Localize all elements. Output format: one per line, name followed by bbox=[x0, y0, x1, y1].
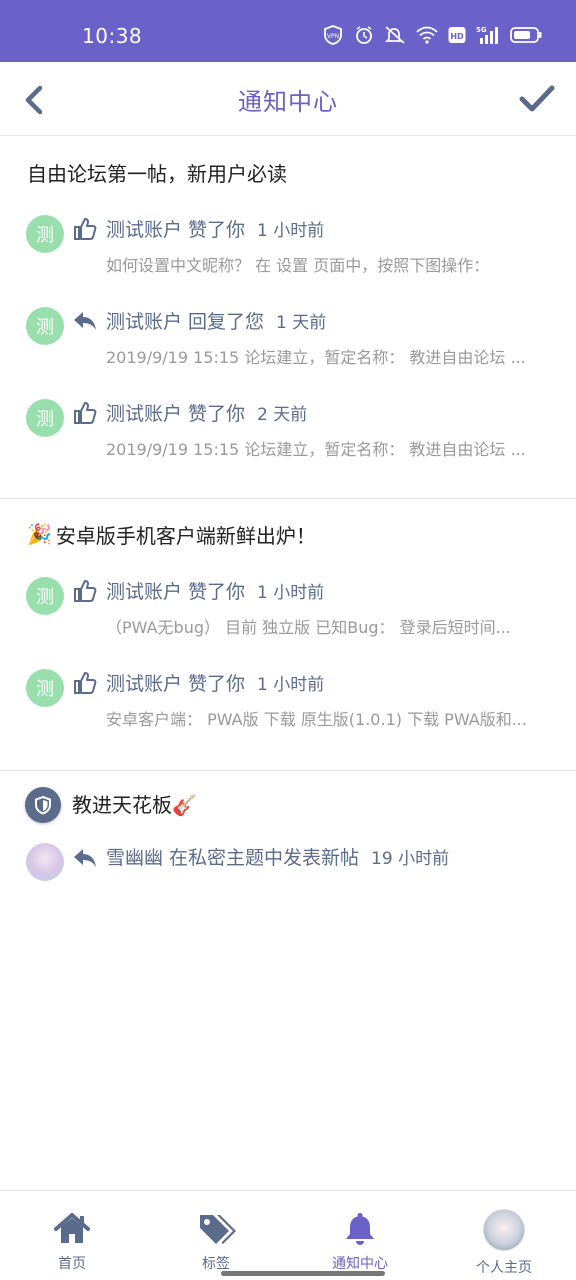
notification-excerpt: 安卓客户端： PWA版 下载 原生版(1.0.1) 下载 PWA版和... bbox=[106, 710, 527, 729]
status-time: 10:38 bbox=[82, 24, 143, 48]
shield-icon bbox=[35, 795, 51, 815]
nav-label: 通知中心 bbox=[332, 1256, 388, 1272]
status-bar: 10:38 VPN HD 5G bbox=[0, 0, 576, 62]
notification-item[interactable]: 测 测试账户 赞了你 1 小时前 （PWA无bug） 目前 独立版 已知Bug： … bbox=[0, 567, 576, 659]
header: 通知中心 bbox=[0, 62, 576, 136]
notification-item[interactable]: 测 测试账户 赞了你 1 小时前 如何设置中文昵称？ 在 设置 页面中，按照下图操… bbox=[0, 205, 576, 297]
party-popper-icon: 🎉 bbox=[27, 522, 52, 546]
nav-label: 标签 bbox=[202, 1256, 230, 1272]
reply-icon bbox=[74, 312, 96, 330]
thumbs-up-icon bbox=[74, 580, 97, 602]
notification-text: 测试账户 赞了你 bbox=[106, 673, 246, 695]
group-title-text: 教进天花板🎸 bbox=[72, 793, 197, 817]
notification-group: 🎉 安卓版手机客户端新鲜出炉！ 测 测试账户 赞了你 1 小时前 （PWA无bug… bbox=[0, 499, 576, 771]
battery-icon bbox=[510, 26, 542, 44]
avatar[interactable]: 测 bbox=[26, 215, 64, 253]
tags-icon bbox=[200, 1215, 236, 1244]
nav-notifications[interactable]: 通知中心 bbox=[288, 1191, 432, 1280]
group-badge bbox=[25, 787, 61, 823]
avatar[interactable] bbox=[26, 843, 64, 881]
notification-group: 自由论坛第一帖，新用户必读 测 测试账户 赞了你 1 小时前 如何设置中文昵称？ … bbox=[0, 137, 576, 499]
svg-text:5G: 5G bbox=[476, 26, 487, 34]
group-title[interactable]: 🎉 安卓版手机客户端新鲜出炉！ bbox=[0, 499, 576, 553]
notification-group: 教进天花板🎸 雪幽幽 在私密主题中发表新帖 19 小时前 bbox=[0, 771, 576, 895]
hd-icon: HD bbox=[448, 26, 466, 44]
notification-time: 1 小时前 bbox=[257, 675, 325, 695]
notification-text: 测试账户 赞了你 bbox=[106, 581, 246, 603]
notification-time: 19 小时前 bbox=[371, 849, 450, 869]
home-icon bbox=[54, 1213, 90, 1243]
thumbs-up-icon bbox=[74, 218, 97, 240]
signal-5g-icon: 5G bbox=[476, 25, 500, 45]
avatar[interactable]: 测 bbox=[26, 399, 64, 437]
avatar[interactable]: 测 bbox=[26, 577, 64, 615]
nav-label: 首页 bbox=[58, 1256, 86, 1272]
notification-item[interactable]: 雪幽幽 在私密主题中发表新帖 19 小时前 bbox=[0, 835, 576, 895]
mark-all-read-button[interactable] bbox=[518, 82, 556, 116]
nav-label: 个人主页 bbox=[476, 1260, 532, 1276]
notification-text: 测试账户 赞了你 bbox=[106, 219, 246, 241]
avatar[interactable]: 测 bbox=[26, 307, 64, 345]
bottom-navigation: 首页 标签 通知中心 个人主页 bbox=[0, 1190, 576, 1280]
home-indicator[interactable] bbox=[221, 1271, 385, 1276]
group-title[interactable]: 自由论坛第一帖，新用户必读 bbox=[0, 137, 576, 191]
status-icons: VPN HD 5G bbox=[322, 24, 542, 46]
group-title-text: 自由论坛第一帖，新用户必读 bbox=[27, 161, 287, 186]
notification-time: 1 小时前 bbox=[257, 583, 325, 603]
group-title[interactable]: 教进天花板🎸 bbox=[0, 771, 576, 835]
notification-item[interactable]: 测 测试账户 回复了您 1 天前 2019/9/19 15:15 论坛建立，暂定名… bbox=[0, 297, 576, 389]
thumbs-up-icon bbox=[74, 402, 97, 424]
checkmark-icon bbox=[519, 85, 555, 112]
notification-text: 测试账户 赞了你 bbox=[106, 403, 246, 425]
notification-item[interactable]: 测 测试账户 赞了你 1 小时前 安卓客户端： PWA版 下载 原生版(1.0.1… bbox=[0, 659, 576, 751]
thumbs-up-icon bbox=[74, 672, 97, 694]
notification-excerpt: 2019/9/19 15:15 论坛建立，暂定名称： 教进自由论坛 ... bbox=[106, 348, 526, 367]
notification-text: 测试账户 回复了您 bbox=[106, 311, 265, 333]
notification-excerpt: 2019/9/19 15:15 论坛建立，暂定名称： 教进自由论坛 ... bbox=[106, 440, 526, 459]
vpn-icon: VPN bbox=[322, 24, 344, 46]
notification-time: 1 天前 bbox=[276, 313, 327, 333]
avatar bbox=[483, 1209, 525, 1251]
page-title: 通知中心 bbox=[238, 88, 338, 116]
notification-time: 1 小时前 bbox=[257, 221, 325, 241]
group-title-text: 安卓版手机客户端新鲜出炉！ bbox=[55, 523, 316, 548]
wifi-icon bbox=[416, 26, 438, 44]
nav-home[interactable]: 首页 bbox=[0, 1191, 144, 1280]
reply-icon bbox=[74, 849, 96, 867]
notification-time: 2 天前 bbox=[257, 405, 308, 425]
alarm-icon bbox=[354, 25, 374, 45]
notification-excerpt: 如何设置中文昵称？ 在 设置 页面中，按照下图操作： bbox=[106, 256, 490, 275]
svg-text:VPN: VPN bbox=[327, 33, 339, 40]
avatar[interactable]: 测 bbox=[26, 669, 64, 707]
bell-icon bbox=[346, 1213, 374, 1245]
mute-icon bbox=[384, 25, 406, 45]
svg-text:HD: HD bbox=[450, 32, 464, 41]
nav-profile[interactable]: 个人主页 bbox=[432, 1191, 576, 1280]
nav-tags[interactable]: 标签 bbox=[144, 1191, 288, 1280]
notification-excerpt: （PWA无bug） 目前 独立版 已知Bug： 登录后短时间... bbox=[106, 618, 511, 637]
notification-item[interactable]: 测 测试账户 赞了你 2 天前 2019/9/19 15:15 论坛建立，暂定名称… bbox=[0, 389, 576, 481]
notification-list: 自由论坛第一帖，新用户必读 测 测试账户 赞了你 1 小时前 如何设置中文昵称？ … bbox=[0, 137, 576, 895]
notification-text: 雪幽幽 在私密主题中发表新帖 bbox=[106, 847, 360, 869]
